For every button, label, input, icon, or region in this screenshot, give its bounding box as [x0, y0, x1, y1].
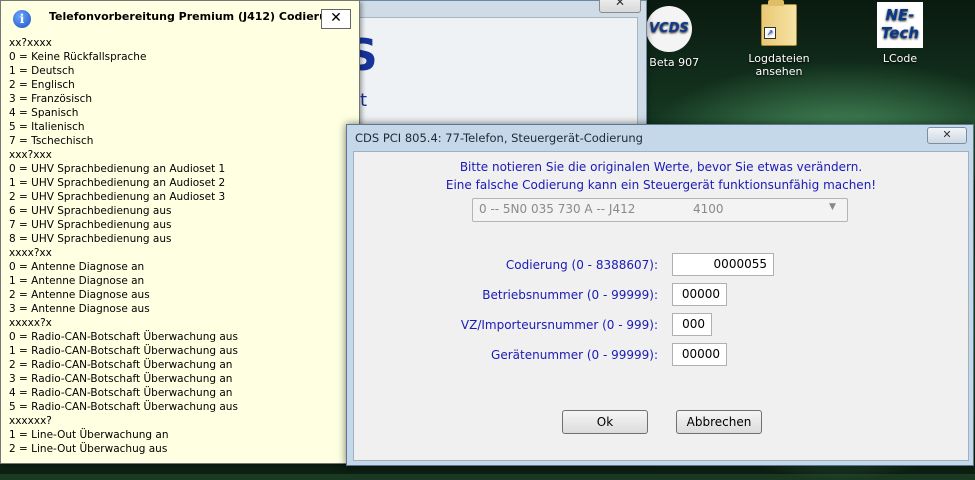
desktop-icon-label: LCode	[882, 52, 918, 65]
help-line: 2 = Englisch	[9, 79, 75, 91]
help-line: 0 = Antenne Diagnose an	[9, 261, 145, 273]
close-button[interactable]: ✕	[321, 9, 351, 29]
help-line: 0 = Keine Rückfallsprache	[9, 51, 147, 63]
help-line: xxxxxx?	[9, 415, 52, 427]
help-line: 7 = UHV Sprachbedienung aus	[9, 219, 172, 231]
vz-importeursnummer-label: VZ/Importeursnummer (0 - 999):	[460, 318, 658, 332]
help-header: i Telefonvorbereitung Premium (J412) Cod…	[9, 7, 351, 29]
help-line: xx?xxxx	[9, 37, 52, 49]
ok-button[interactable]: Ok	[562, 410, 648, 434]
chevron-down-icon[interactable]: ▼	[829, 202, 836, 212]
shortcut-arrow-icon: ↗	[764, 27, 776, 39]
help-line: 7 = Tschechisch	[9, 135, 94, 147]
help-line: 1 = Antenne Diagnose an	[9, 275, 145, 287]
help-line: 1 = Radio-CAN-Botschaft Überwachung aus	[9, 345, 238, 357]
warning-message: Eine falsche Codierung kann ein Steuerge…	[445, 178, 877, 192]
vcds-icon: VCDS	[646, 6, 692, 52]
help-line: 0 = Radio-CAN-Botschaft Überwachung aus	[9, 331, 238, 343]
help-line: 5 = Italienisch	[9, 121, 85, 133]
betriebsnummer-label: Betriebsnummer (0 - 99999):	[482, 288, 658, 302]
help-line: 1 = Line-Out Überwachung an	[9, 429, 169, 441]
help-title: Telefonvorbereitung Premium (J412) Codie…	[49, 10, 343, 23]
desktop-icon-lcode[interactable]: NE-Tech LCode	[845, 2, 955, 65]
help-line: 2 = UHV Sprachbedienung an Audioset 3	[9, 191, 226, 203]
help-line: 8 = UHV Sprachbedienung aus	[9, 233, 172, 245]
betriebsnummer-input[interactable]: 00000	[672, 283, 727, 306]
netech-logo-icon: NE-Tech	[877, 2, 923, 48]
close-button[interactable]: ✕	[599, 0, 641, 13]
help-line: 2 = Line-Out Überwachug aus	[9, 443, 168, 455]
coding-help-panel: i Telefonvorbereitung Premium (J412) Cod…	[0, 0, 360, 464]
help-line: 3 = Antenne Diagnose aus	[9, 303, 150, 315]
codierung-input[interactable]: 0000055	[672, 253, 774, 276]
warning-message: Bitte notieren Sie die originalen Werte,…	[459, 160, 863, 174]
geraetenummer-label: Gerätenummer (0 - 99999):	[491, 348, 658, 362]
help-line: 3 = Radio-CAN-Botschaft Überwachung an	[9, 373, 233, 385]
help-line: 5 = Radio-CAN-Botschaft Überwachung aus	[9, 401, 238, 413]
help-lines: xx?xxxx 0 = Keine Rückfallsprache 1 = Deut…	[9, 36, 238, 456]
help-line: 2 = Antenne Diagnose aus	[9, 289, 150, 301]
folder-icon: ↗	[761, 0, 797, 46]
desktop-icon-label: Logdateien ansehen	[748, 52, 810, 78]
coding-dialog: CDS PCI 805.4: 77-Telefon, Steuergerät-C…	[346, 124, 974, 466]
select-value-code: 4100	[693, 202, 724, 216]
help-line: xxx?xxx	[9, 149, 52, 161]
dialog-body: Bitte notieren Sie die originalen Werte,…	[353, 151, 969, 461]
dialog-title: CDS PCI 805.4: 77-Telefon, Steuergerät-C…	[355, 131, 643, 145]
help-line: 4 = Radio-CAN-Botschaft Überwachung an	[9, 387, 233, 399]
help-line: 1 = Deutsch	[9, 65, 75, 77]
desktop-icon-logdateien[interactable]: ↗ Logdateien ansehen	[724, 0, 834, 78]
control-unit-select[interactable]: 0 -- 5N0 035 730 A -- J412 4100 ▼	[472, 198, 848, 222]
cancel-button[interactable]: Abbrechen	[676, 410, 762, 434]
help-line: 4 = Spanisch	[9, 107, 79, 119]
help-line: xxxxx?x	[9, 317, 52, 329]
help-line: 0 = UHV Sprachbedienung an Audioset 1	[9, 163, 226, 175]
close-button[interactable]: ✕	[927, 127, 967, 144]
app-subtitle-text: t	[360, 90, 368, 111]
codierung-label: Codierung (0 - 8388607):	[505, 258, 658, 272]
help-line: 1 = UHV Sprachbedienung an Audioset 2	[9, 177, 226, 189]
help-line: xxxx?xx	[9, 247, 52, 259]
help-line: 2 = Radio-CAN-Botschaft Überwachung an	[9, 359, 233, 371]
info-icon: i	[13, 10, 31, 28]
help-line: 6 = UHV Sprachbedienung aus	[9, 205, 172, 217]
vz-importeursnummer-input[interactable]: 000	[672, 313, 712, 336]
help-line: 3 = Französisch	[9, 93, 93, 105]
geraetenummer-input[interactable]: 00000	[672, 343, 727, 366]
select-value: 0 -- 5N0 035 730 A -- J412	[479, 202, 636, 216]
